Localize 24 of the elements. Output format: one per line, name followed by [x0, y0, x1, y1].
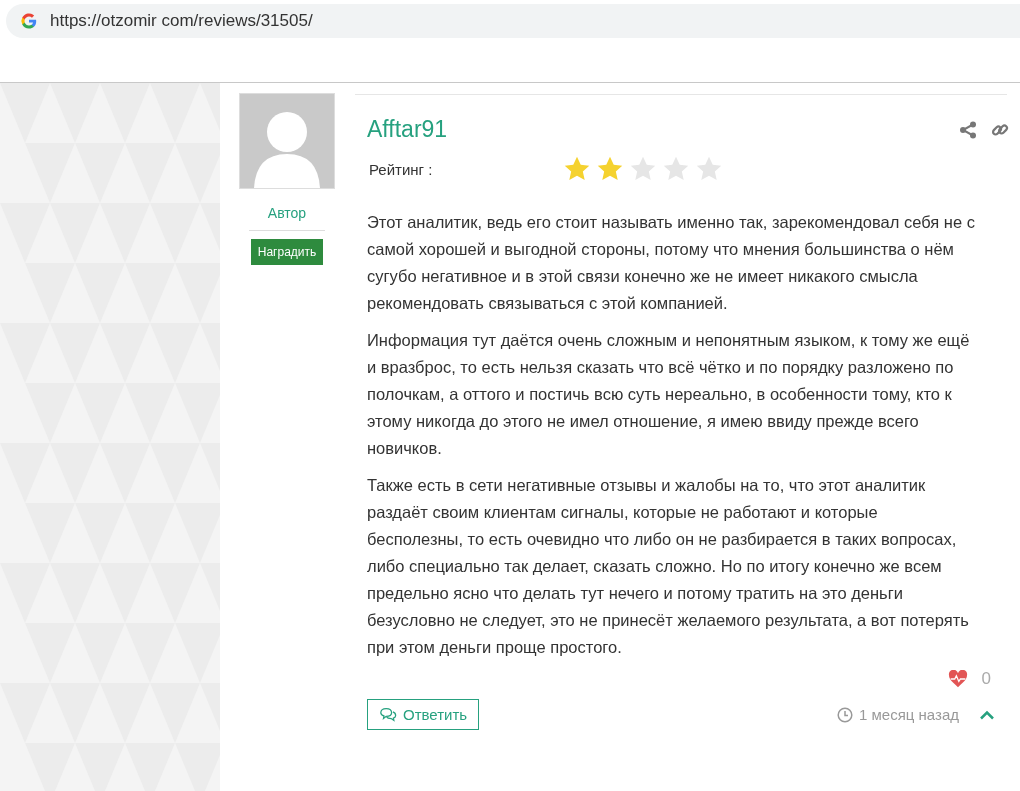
author-name[interactable]: Afftar91	[367, 116, 448, 143]
post-time: 1 месяц назад	[859, 706, 959, 723]
review-paragraph: Этот аналитик, ведь его стоит называть именно так, зарекомендовал себя не с самой хорошей и выгодной стороны, потому что мнения большинства о нём сугубо негативное и в этой связи конечно же не имеет никакого смысла рекомендовать связываться с этой компанией.	[367, 212, 975, 314]
share-icon[interactable]	[959, 120, 977, 139]
star-icon	[563, 155, 591, 183]
award-button[interactable]: Наградить	[250, 239, 324, 265]
address-bar[interactable]: https://otzomir com/reviews/31505/	[6, 4, 1020, 38]
author-role: Автор	[267, 205, 307, 221]
star-icon	[695, 155, 723, 183]
review-paragraph: Информация тут даётся очень сложным и непонятным языком, к тому же ещё и вразброс, то есть нельзя сказать что всё чётко и по порядку разложено по полочкам, а оттого и постичь всю суть нереально, в особенности тому, кто к этому никогда до этого не имел отношение, я имею ввиду прежде всего новичков.	[367, 330, 971, 459]
star-icon	[596, 155, 624, 183]
avatar-icon	[239, 93, 335, 189]
reply-button[interactable]: Ответить	[367, 699, 480, 730]
heart-icon[interactable]	[947, 670, 968, 688]
chevron-up-icon[interactable]	[979, 709, 995, 720]
like-count: 0	[981, 669, 991, 689]
google-icon	[20, 12, 38, 30]
star-icon	[629, 155, 657, 183]
clock-icon	[837, 706, 853, 723]
chat-icon	[379, 707, 397, 722]
rating-label: Рейтинг :	[369, 160, 434, 178]
url-text: https://otzomir com/reviews/31505/	[50, 11, 313, 31]
review-paragraph: Также есть в сети негативные отзывы и жалобы на то, что этот аналитик раздаёт своим клиентам сигналы, которые не работают и которые бесполезны, то есть очевидно что либо он не разбирается в таких вопросах, либо специально так делает, сказать сложно. Но по итогу конечно же всем предельно ясно что делать тут нечего и потому тратить на это деньги безусловно не следует, это не принесёт желаемого результата, а вот потерять при этом деньги проще простого.	[367, 475, 970, 658]
star-icon	[662, 155, 690, 183]
